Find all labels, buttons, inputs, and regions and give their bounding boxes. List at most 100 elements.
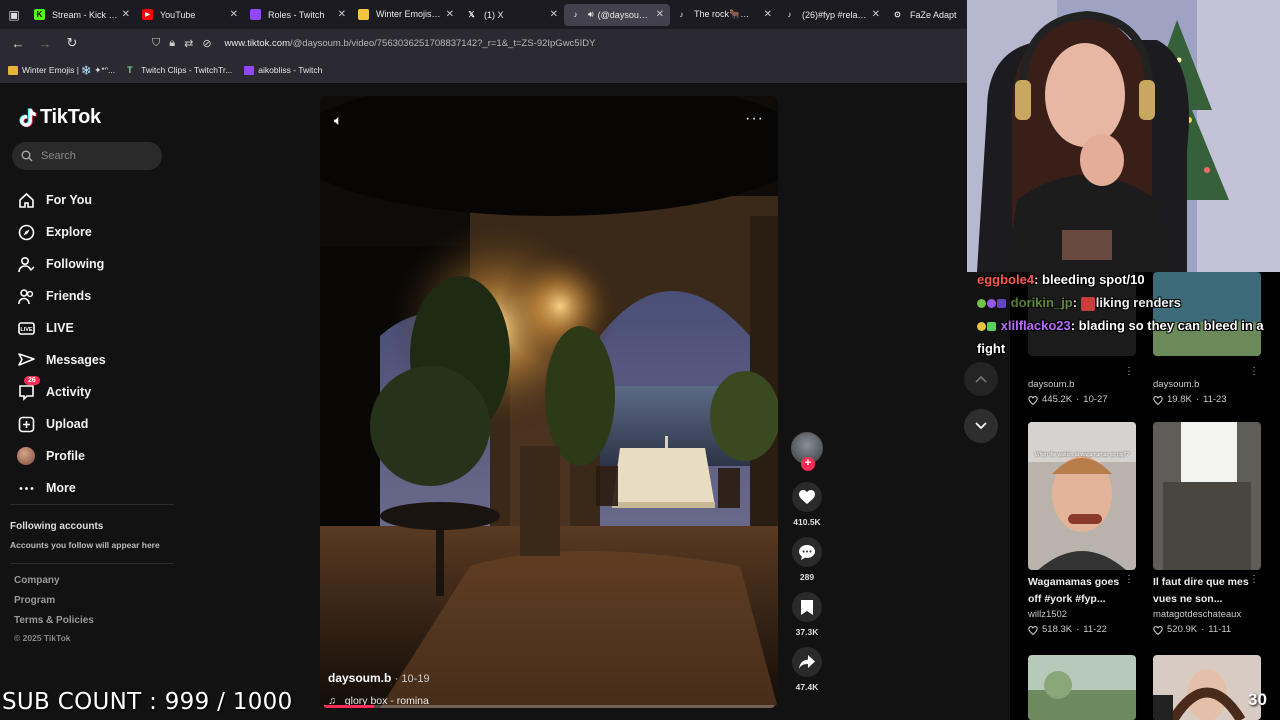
close-tab-icon[interactable]: ✕ [550, 9, 558, 20]
card-username[interactable]: daysoum.b [1028, 378, 1138, 392]
close-tab-icon[interactable]: ✕ [446, 9, 454, 20]
lock-icon[interactable]: 🔒︎ [169, 37, 175, 50]
video-card[interactable] [1153, 655, 1263, 720]
nav-item-more[interactable]: More [17, 472, 106, 504]
permissions-icon[interactable]: ⇄ [184, 37, 193, 50]
shield-icon[interactable]: ⛉ [152, 37, 160, 50]
tiktok-logo[interactable]: TikTok [17, 106, 101, 129]
chevron-down-icon [975, 422, 987, 430]
tab-label: The rock🐂😂 #ww [694, 9, 760, 19]
forward-icon[interactable]: → [33, 31, 57, 55]
nav-item-messages[interactable]: Messages [17, 344, 106, 376]
comment-button[interactable] [792, 537, 822, 567]
author-name[interactable]: daysoum.b [328, 671, 391, 685]
volume-icon[interactable]: 🔈︎ [334, 112, 342, 129]
video-card[interactable] [1028, 655, 1138, 720]
nav-item-profile[interactable]: Profile [17, 440, 106, 472]
tab-5[interactable]: ♪ 🔊︎ (@daysoum.b) ✕ [564, 3, 670, 26]
follow-plus-icon[interactable]: + [801, 457, 815, 471]
more-options-icon[interactable]: ⋮ [1249, 366, 1259, 377]
tab-4[interactable]: 𝕏 (1) X ✕ [460, 0, 564, 29]
next-video-button[interactable] [964, 409, 998, 443]
card-title[interactable]: Il faut dire que mes vues ne son... [1153, 574, 1253, 608]
previous-video-button[interactable] [964, 362, 998, 396]
nav-label: More [46, 481, 76, 495]
url-text[interactable]: www.tiktok.com/@daysoum.b/video/75630362… [225, 38, 596, 49]
tiktok-page: TikTok Search For You Explore Following Fri… [0, 84, 1010, 720]
card-username[interactable]: daysoum.b [1153, 378, 1263, 392]
video-author[interactable]: daysoum.b · 10-19 [328, 671, 430, 685]
tiktok-icon: ♪ [679, 10, 684, 19]
search-input[interactable]: Search [12, 142, 162, 170]
tab-1[interactable]: ▶ YouTube ✕ [136, 0, 244, 29]
tab-3[interactable]: Winter Emojis | ❄️ ✦ ✕ [352, 0, 460, 29]
bookmark-twitch-clips[interactable]: T Twitch Clips - TwitchTr... [127, 65, 232, 75]
close-tab-icon[interactable]: ✕ [230, 9, 238, 20]
more-options-icon[interactable]: ⋮ [1124, 366, 1134, 377]
video-player[interactable]: 🔈︎ ··· daysoum.b · 10-19 ♫ glory box - r… [320, 96, 778, 708]
more-options-icon[interactable]: ⋮ [1249, 574, 1259, 585]
share-count: 47.4K [795, 682, 819, 692]
webcam-overlay [967, 0, 1280, 272]
like-button[interactable] [792, 482, 822, 512]
bookmark-winter-emojis[interactable]: Winter Emojis | ❄️ ✦*ᐢ... [8, 65, 115, 76]
nav-item-explore[interactable]: Explore [17, 216, 106, 248]
tab-list-icon[interactable]: ▣ [0, 0, 28, 29]
tab-8[interactable]: ⊙ FaZe Adapt [886, 0, 966, 29]
back-icon[interactable]: ← [6, 31, 30, 55]
card-date: 11-22 [1083, 624, 1107, 635]
nav-item-for-you[interactable]: For You [17, 184, 106, 216]
share-button[interactable] [792, 647, 822, 677]
url-bar[interactable]: ⛉ 🔒︎ ⇄ ⊘ www.tiktok.com/@daysoum.b/video… [152, 32, 968, 54]
creator-avatar[interactable]: + [791, 432, 823, 471]
video-date: · 10-19 [394, 673, 430, 685]
card-stats: 445.2K · 10-27 [1028, 392, 1138, 408]
autoplay-blocked-icon[interactable]: ⊘ [202, 37, 211, 50]
video-progress-bar[interactable] [324, 705, 774, 708]
save-button[interactable] [792, 592, 822, 622]
nav-item-friends[interactable]: Friends [17, 280, 106, 312]
speaker-icon[interactable]: 🔊︎ [588, 9, 594, 20]
close-tab-icon[interactable]: ✕ [656, 9, 664, 20]
video-thumbnail[interactable] [1153, 655, 1261, 720]
card-username[interactable]: matagotdeschateaux [1153, 608, 1263, 622]
close-tab-icon[interactable]: ✕ [122, 9, 130, 20]
close-tab-icon[interactable]: ✕ [764, 9, 772, 20]
video-card[interactable]: When the waiters at wagamamas so big?? ⋮ W… [1028, 422, 1138, 638]
footer-link-company[interactable]: Company [14, 575, 94, 595]
video-card[interactable]: ⋮ Il faut dire que mes vues ne son... mata… [1153, 422, 1263, 638]
nav-item-following[interactable]: Following [17, 248, 106, 280]
reload-icon[interactable]: ↻ [60, 31, 84, 55]
card-username[interactable]: willz1502 [1028, 608, 1138, 622]
divider [10, 563, 174, 564]
video-thumbnail[interactable]: When the waiters at wagamamas so big?? [1028, 422, 1136, 570]
tab-label: Winter Emojis | ❄️ ✦ [376, 9, 442, 19]
nav-item-upload[interactable]: Upload [17, 408, 106, 440]
tab-label: YouTube [160, 9, 196, 20]
video-thumbnail[interactable] [1028, 655, 1136, 720]
search-icon [21, 150, 33, 162]
tab-7[interactable]: ♪ (26)#fyp #relatable ✕ [778, 0, 886, 29]
more-options-icon[interactable]: ··· [745, 110, 764, 128]
heart-outline-icon [1028, 395, 1038, 405]
tab-6[interactable]: ♪ The rock🐂😂 #ww ✕ [670, 0, 778, 29]
more-options-icon[interactable]: ⋮ [1124, 574, 1134, 585]
chat-text: liking renders [1095, 295, 1181, 310]
nav-item-live[interactable]: LIVE LIVE [17, 312, 106, 344]
tab-0[interactable]: K Stream - Kick Dashb ✕ [28, 0, 136, 29]
nav-label: Profile [46, 449, 85, 463]
close-tab-icon[interactable]: ✕ [338, 9, 346, 20]
close-tab-icon[interactable]: ✕ [872, 9, 880, 20]
video-thumbnail[interactable] [1153, 422, 1261, 570]
tab-2[interactable]: Roles - Twitch ✕ [244, 0, 352, 29]
video-progress-fill [324, 705, 374, 708]
bookmark-aikobliss[interactable]: aikobliss - Twitch [244, 65, 322, 75]
footer-link-terms[interactable]: Terms & Policies [14, 615, 94, 635]
avatar [17, 447, 35, 465]
card-title[interactable]: Wagamamas goes off #york #fyp... [1028, 574, 1128, 608]
footer-links: Company Program Terms & Policies [14, 575, 94, 635]
corner-counter: 30 [1248, 690, 1267, 709]
nav-item-activity[interactable]: 26 Activity [17, 376, 106, 408]
footer-link-program[interactable]: Program [14, 595, 94, 615]
main-nav: For You Explore Following Friends LIVE LIVE Me… [17, 184, 106, 504]
